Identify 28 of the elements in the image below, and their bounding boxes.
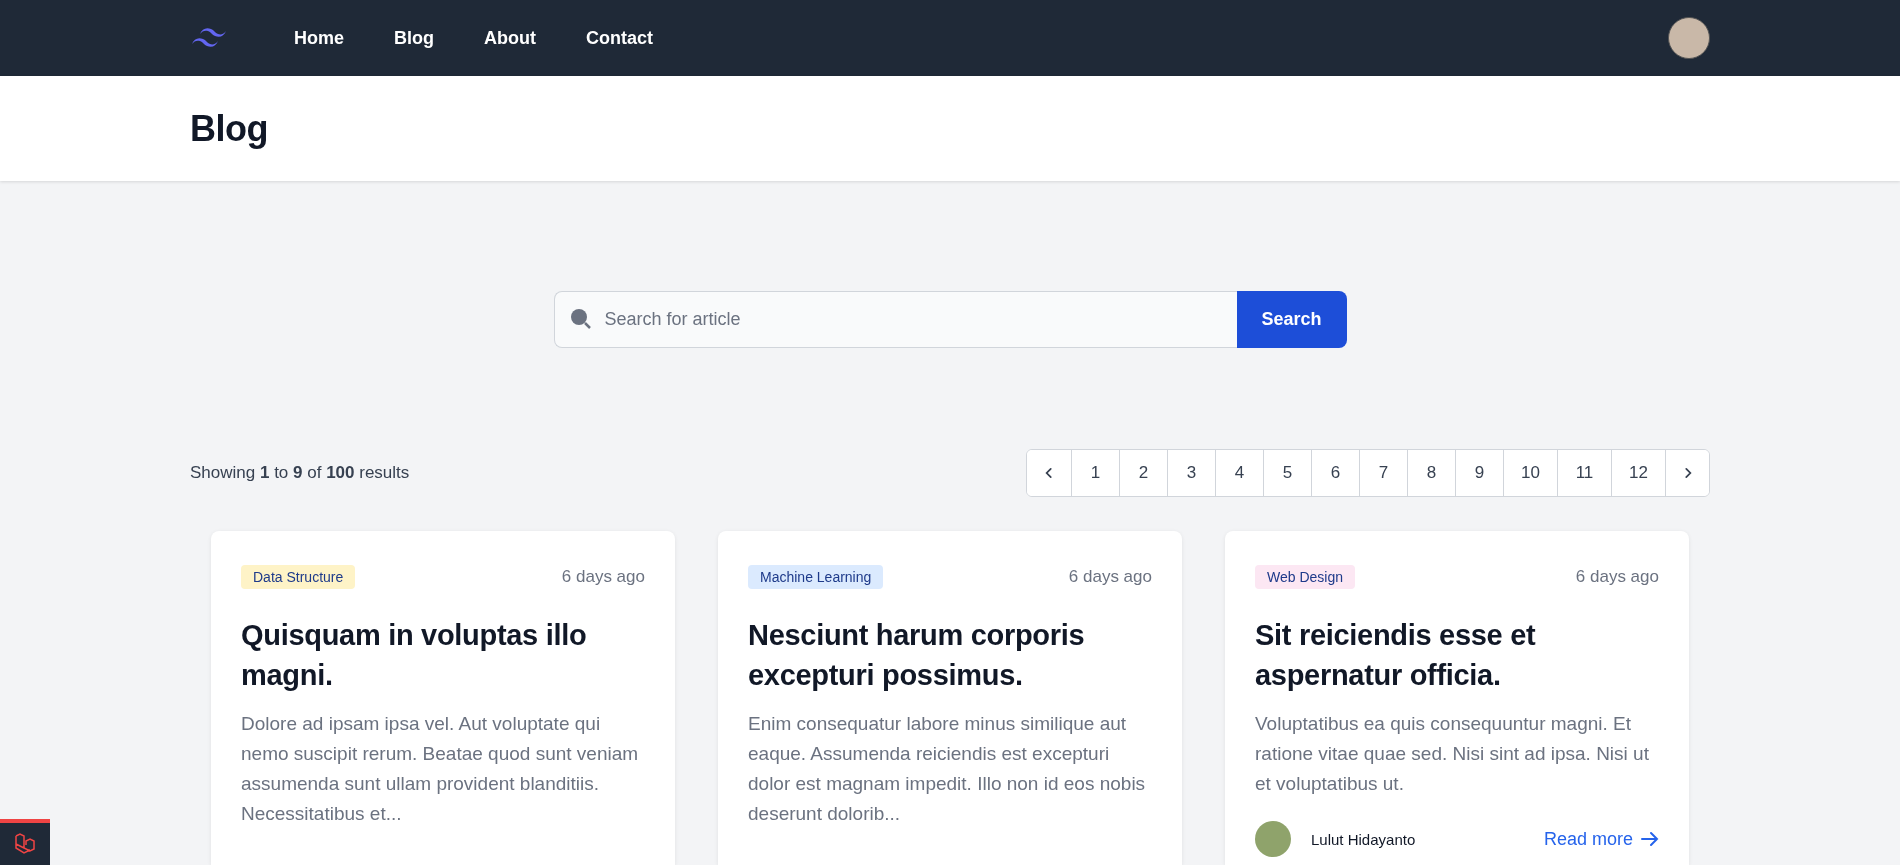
author-avatar [1255,821,1291,857]
user-avatar[interactable] [1668,17,1710,59]
category-tag[interactable]: Web Design [1255,565,1355,589]
article-excerpt: Voluptatibus ea quis consequuntur magni. Et ratione vitae quae sed. Nisi sint ad ipsa. Nisi ut et voluptatibus ut. [1255,712,1650,796]
nav-link[interactable]: Home [294,27,344,49]
category-tag[interactable]: Data Structure [241,565,356,589]
read-more-link[interactable]: Read more [1543,828,1659,850]
article-excerpt: Dolore ad ipsam ipsa vel. Aut voluptate qui nemo suscipit rerum. Beatae quod sunt veniam assumenda sunt ullam provident blanditiis. Necessitatibus et... [241,712,640,826]
post-date: 6 days ago [1575,567,1659,587]
search-icon [569,308,592,330]
search-field[interactable]: Search for article [553,291,1237,348]
article-excerpt: Enim consequatur labore minus similique aut eaque. Assumenda reiciendis est excepturi dolor est magnam impedit. Illo non id eos nobis deserunt dolorib... [748,712,1147,826]
category-tag[interactable]: Machine Learning [748,565,884,589]
author-name: Lulut Hidayanto [1311,830,1416,848]
framework-badge[interactable] [0,819,50,865]
article-title[interactable]: Quisquam in voluptas illo magni. [241,615,645,695]
results-summary: Showing 1 to 9 of 100 results [190,463,410,483]
article-title[interactable]: Sit reiciendis esse et aspernatur officia. [1255,615,1659,695]
nav-link[interactable]: Contact [586,27,653,49]
cube-logo-icon [13,832,37,856]
nav-link[interactable]: About [484,27,536,49]
arrow-right-icon [1641,831,1659,847]
page-title: Blog [190,107,268,150]
post-date: 6 days ago [1068,567,1152,587]
article-title[interactable]: Nesciunt harum corporis excepturi possimus. [748,615,1152,695]
post-date: 6 days ago [561,567,645,587]
nav-link[interactable]: Blog [394,27,434,49]
search-button[interactable]: Search [1236,291,1347,348]
